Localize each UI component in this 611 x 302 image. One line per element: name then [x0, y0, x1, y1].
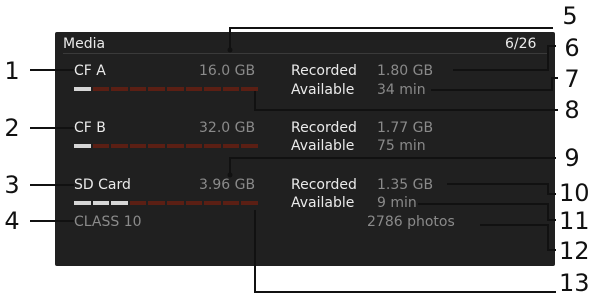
- callout-11: 11: [559, 207, 590, 235]
- usage-bar-segment: [92, 87, 110, 91]
- media-name: CF B: [74, 120, 106, 136]
- usage-bar: [74, 144, 258, 148]
- media-capacity: 3.96 GB: [199, 177, 256, 193]
- recorded-label: Recorded: [291, 63, 357, 79]
- callout-12: 12: [559, 237, 590, 265]
- usage-bar-segment: [74, 87, 91, 91]
- media-capacity: 16.0 GB: [199, 63, 256, 79]
- usage-bar-segment: [222, 144, 240, 148]
- usage-bar-segment: [148, 201, 165, 205]
- usage-bar: [74, 87, 258, 91]
- sd-class: CLASS 10: [74, 214, 142, 230]
- callout-5: 5: [562, 2, 578, 30]
- callout-4: 4: [4, 207, 20, 235]
- usage-bar-segment: [111, 201, 128, 205]
- usage-bar-segment: [148, 87, 165, 91]
- recorded-value: 1.80 GB: [377, 63, 434, 79]
- media-name: SD Card: [74, 177, 131, 193]
- recorded-label: Recorded: [291, 120, 357, 136]
- usage-bar-segment: [166, 201, 184, 205]
- header-divider: [63, 53, 547, 54]
- usage-bar-segment: [222, 201, 240, 205]
- photos-count: 2786 photos: [367, 214, 455, 230]
- usage-bar-segment: [204, 144, 221, 148]
- usage-bar-segment: [204, 201, 221, 205]
- usage-bar-segment: [129, 144, 147, 148]
- media-info-screen: Media 6/26 CF A 16.0 GB Recorded 1.80 GB…: [55, 32, 555, 266]
- usage-bar-segment: [204, 87, 221, 91]
- available-label: Available: [291, 82, 355, 98]
- usage-bar-segment: [129, 201, 147, 205]
- screen-title: Media: [63, 36, 106, 52]
- usage-bar-segment: [129, 87, 147, 91]
- page-indicator: 6/26: [505, 36, 537, 52]
- callout-9: 9: [564, 144, 580, 172]
- usage-bar-segment: [241, 144, 258, 148]
- available-label: Available: [291, 138, 355, 154]
- usage-bar-segment: [166, 144, 184, 148]
- usage-bar-segment: [74, 144, 91, 148]
- usage-bar-segment: [111, 144, 128, 148]
- usage-bar-segment: [111, 87, 128, 91]
- usage-bar-segment: [185, 144, 203, 148]
- usage-bar-segment: [185, 87, 203, 91]
- callout-3: 3: [4, 171, 20, 199]
- callout-8: 8: [564, 96, 580, 124]
- media-capacity: 32.0 GB: [199, 120, 256, 136]
- callout-6: 6: [564, 34, 580, 62]
- media-name: CF A: [74, 63, 106, 79]
- recorded-value: 1.77 GB: [377, 120, 434, 136]
- recorded-value: 1.35 GB: [377, 177, 434, 193]
- callout-7: 7: [564, 65, 580, 93]
- usage-bar-segment: [185, 201, 203, 205]
- available-value: 9 min: [377, 195, 417, 211]
- usage-bar-segment: [241, 87, 258, 91]
- callout-10: 10: [559, 179, 590, 207]
- available-value: 75 min: [377, 138, 426, 154]
- available-value: 34 min: [377, 82, 426, 98]
- usage-bar-segment: [166, 87, 184, 91]
- callout-13: 13: [559, 269, 590, 297]
- recorded-label: Recorded: [291, 177, 357, 193]
- callout-2: 2: [4, 114, 20, 142]
- usage-bar-segment: [92, 144, 110, 148]
- usage-bar-segment: [148, 144, 165, 148]
- usage-bar-segment: [92, 201, 110, 205]
- callout-1: 1: [4, 57, 20, 85]
- usage-bar-segment: [222, 87, 240, 91]
- usage-bar-segment: [74, 201, 91, 205]
- usage-bar: [74, 201, 258, 205]
- usage-bar-segment: [241, 201, 258, 205]
- available-label: Available: [291, 195, 355, 211]
